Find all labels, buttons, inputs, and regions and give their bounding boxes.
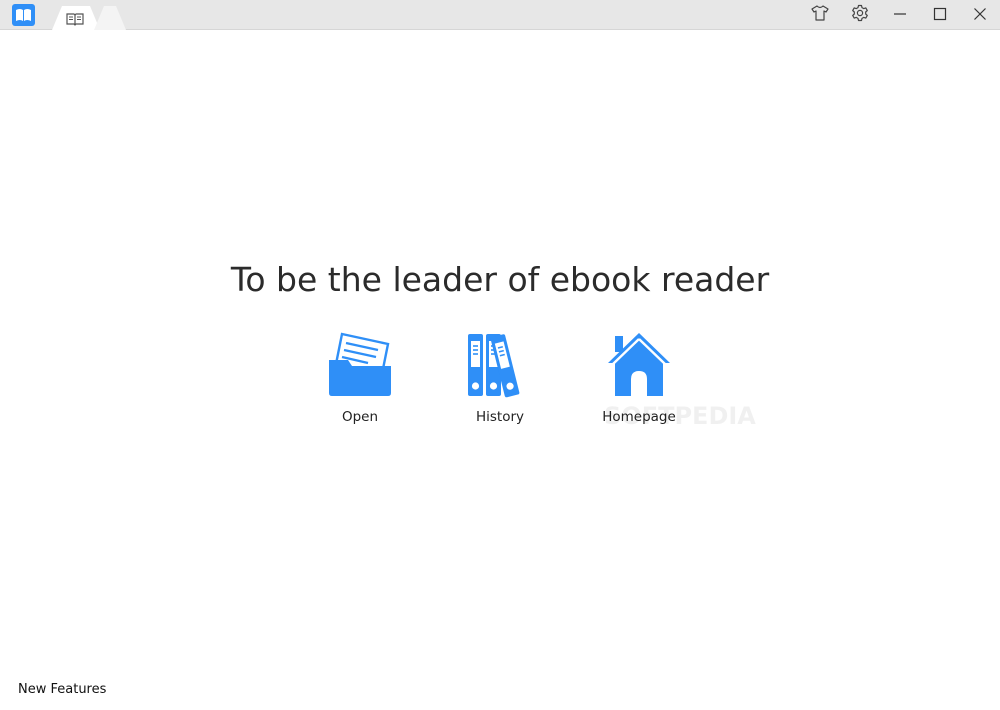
book-icon (66, 11, 84, 30)
binders-icon (468, 330, 532, 398)
open-button[interactable]: Open (300, 330, 420, 430)
maximize-button[interactable] (920, 0, 960, 30)
close-icon (973, 6, 987, 25)
maximize-icon (933, 6, 947, 25)
gear-icon (851, 4, 869, 26)
open-label: Open (341, 409, 379, 425)
history-label: History (475, 409, 525, 425)
tagline-heading: To be the leader of ebook reader (230, 260, 770, 299)
tshirt-icon (811, 5, 829, 25)
minimize-button[interactable] (880, 0, 920, 30)
new-tab-button[interactable] (94, 6, 126, 30)
app-logo-icon (12, 4, 35, 26)
settings-button[interactable] (840, 0, 880, 30)
tab-book[interactable] (52, 6, 100, 30)
title-bar (0, 0, 1000, 30)
folder-icon (328, 330, 392, 398)
minimize-icon (893, 6, 907, 25)
skin-button[interactable] (800, 0, 840, 30)
close-button[interactable] (960, 0, 1000, 30)
house-icon (607, 330, 671, 398)
new-features-link[interactable]: New Features (18, 682, 106, 697)
history-button[interactable]: History (440, 330, 560, 430)
softpedia-watermark: SOFTPEDIA (604, 402, 756, 430)
